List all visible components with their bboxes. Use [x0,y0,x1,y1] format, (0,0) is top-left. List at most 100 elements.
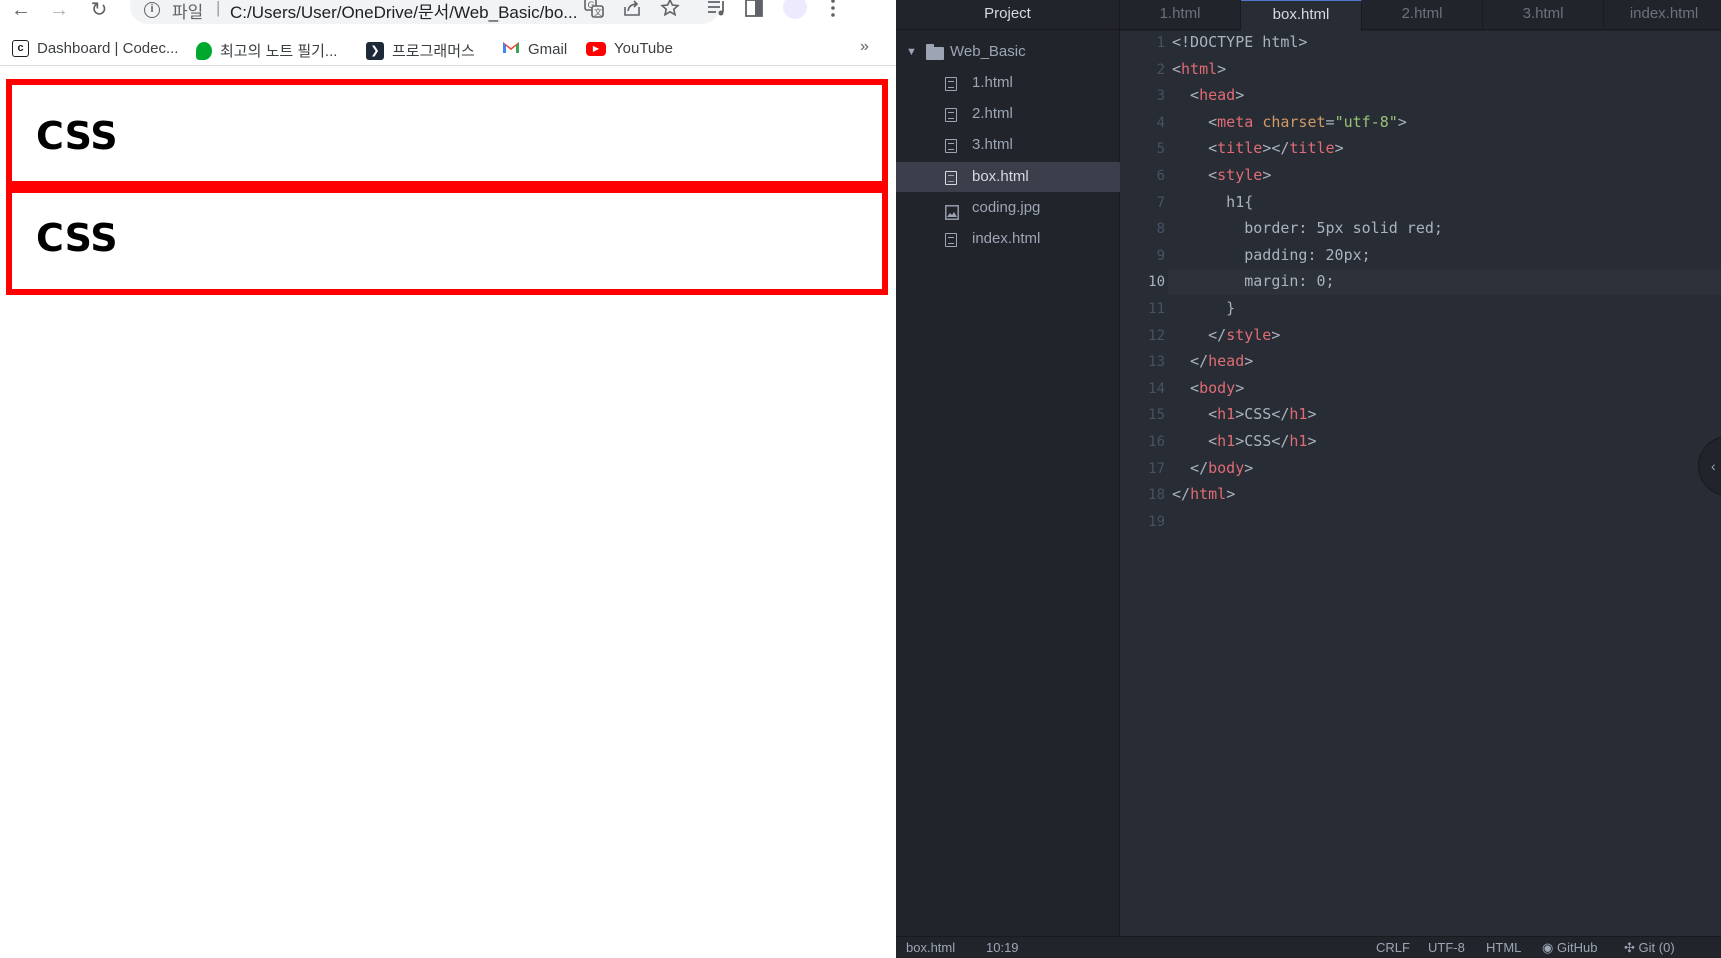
tree-file-coding-jpg[interactable]: coding.jpg [896,193,1120,223]
reading-list-icon[interactable] [706,0,728,23]
code-line[interactable]: <body> [1172,379,1244,397]
bookmark-evernote[interactable]: 최고의 노트 필기... [196,40,337,61]
bookmark-star-icon[interactable] [660,0,680,23]
tab-3-html[interactable]: 3.html [1483,0,1604,30]
translate-icon[interactable]: G文 [584,0,604,23]
code-line[interactable]: <head> [1172,86,1244,104]
code-line[interactable]: border: 5px solid red; [1172,219,1443,237]
code-line[interactable]: <html> [1172,60,1226,78]
status-grammar[interactable]: HTML [1486,940,1521,955]
file-label: 1.html [972,74,1013,91]
status-bar: box.html 10:19 CRLF UTF-8 HTML ◉ GitHub … [896,936,1721,958]
tree-file-2-html[interactable]: 2.html [896,99,1120,129]
bookmark-label: 프로그래머스 [392,43,475,60]
tree-file-3-html[interactable]: 3.html [896,130,1120,160]
bookmark-label: Dashboard | Codec... [37,40,179,57]
bookmark-codecademy[interactable]: c Dashboard | Codec... [12,40,178,57]
file-label: box.html [972,168,1029,185]
tab-box-html[interactable]: box.html [1241,0,1362,31]
chevron-down-icon: ▼ [906,46,917,58]
bookmarks-overflow-button[interactable]: » [860,38,869,56]
code-line[interactable]: <!DOCTYPE html> [1172,33,1307,51]
code-line[interactable]: margin: 0; [1172,272,1334,290]
line-number: 10 [1148,274,1165,291]
code-line[interactable]: <h1>CSS</h1> [1172,432,1316,450]
page-heading: CSS [36,114,118,158]
bookmark-label: 최고의 노트 필기... [220,43,338,60]
share-icon[interactable] [622,0,642,23]
line-number: 18 [1148,487,1165,504]
code-line[interactable]: <title></title> [1172,139,1343,157]
status-github[interactable]: ◉ GitHub [1542,940,1597,956]
status-git[interactable]: ✣ Git (0) [1624,940,1675,956]
site-info-icon[interactable]: i [144,2,160,18]
code-line[interactable]: } [1172,299,1235,317]
code-line[interactable]: <style> [1172,166,1271,184]
forward-button[interactable]: → [46,0,72,22]
status-encoding[interactable]: UTF-8 [1428,940,1465,955]
youtube-icon: ▶ [586,41,606,56]
file-label: 3.html [972,136,1013,153]
side-panel-icon[interactable] [744,0,764,23]
tab-2-html[interactable]: 2.html [1362,0,1483,30]
bookmark-label: YouTube [614,40,673,57]
page-viewport: CSS CSS [0,67,896,958]
project-tree: Project ▼ Web_Basic 1.html 2.html 3.html… [896,0,1120,936]
code-line[interactable]: h1{ [1172,193,1253,211]
code-line[interactable]: </head> [1172,352,1253,370]
line-number: 2 [1156,61,1165,78]
line-number: 15 [1148,407,1165,424]
bookmark-gmail[interactable]: Gmail [502,40,567,58]
github-label: GitHub [1556,940,1598,955]
heading-box-2: CSS [6,181,888,295]
line-number: 16 [1148,434,1165,450]
code-line[interactable]: </html> [1172,485,1235,503]
menu-kebab-icon[interactable] [828,0,838,23]
status-file[interactable]: box.html [906,940,955,955]
line-number: 13 [1148,354,1165,371]
project-panel-title[interactable]: Project [896,0,1119,30]
tree-folder-web-basic[interactable]: ▼ Web_Basic [896,37,1120,67]
bookmarks-bar: c Dashboard | Codec... 최고의 노트 필기... ❯ 프로… [0,34,896,66]
bookmark-programmers[interactable]: ❯ 프로그래머스 [366,40,475,61]
reload-button[interactable]: ↻ [86,0,112,22]
line-number: 6 [1156,168,1165,184]
tab-1-html[interactable]: 1.html [1120,0,1241,30]
code-line[interactable]: </style> [1172,326,1280,344]
file-label: index.html [972,230,1041,247]
github-icon: ◉ [1542,940,1554,955]
browser-window: ← → ↻ i 파일 | C:/Users/User/OneDrive/문서/W… [0,0,896,958]
line-number: 4 [1156,114,1165,131]
code-editor: Project ▼ Web_Basic 1.html 2.html 3.html… [896,0,1721,958]
status-cursor[interactable]: 10:19 [986,940,1019,955]
line-number: 12 [1148,327,1165,344]
browser-toolbar: ← → ↻ i 파일 | C:/Users/User/OneDrive/문서/W… [0,0,896,26]
line-number: 1 [1156,35,1165,51]
git-label: Git (0) [1638,940,1675,955]
programmers-icon: ❯ [366,41,384,60]
tree-file-1-html[interactable]: 1.html [896,68,1120,98]
line-number: 5 [1156,141,1165,158]
line-number: 19 [1148,513,1165,530]
folder-label: Web_Basic [950,43,1026,60]
tree-file-box-html[interactable]: box.html [896,162,1120,192]
code-line[interactable]: padding: 20px; [1172,246,1370,264]
bookmark-label: Gmail [528,40,568,58]
status-line-ending[interactable]: CRLF [1376,940,1410,955]
tab-index-html[interactable]: index.html [1604,0,1721,30]
back-button[interactable]: ← [8,0,34,22]
gmail-icon [502,40,520,58]
file-label: coding.jpg [972,199,1041,216]
git-icon: ✣ [1624,940,1635,955]
code-line[interactable]: </body> [1172,459,1253,477]
code-area[interactable]: 1 2 3 4 5 6 7 8 9 10 11 12 13 14 15 16 17 18 19 <!DOCTYPE … [1120,31,1721,936]
editor-tab-bar: 1.html box.html 2.html 3.html index.html [1120,0,1721,31]
tree-file-index-html[interactable]: index.html [896,224,1120,254]
profile-avatar-icon[interactable] [782,0,808,25]
page-heading: CSS [36,216,118,260]
url-text[interactable]: C:/Users/User/OneDrive/문서/Web_Basic/bo..… [230,0,577,23]
code-line[interactable]: <meta charset="utf-8"> [1172,113,1407,131]
bookmark-youtube[interactable]: ▶ YouTube [586,40,673,57]
code-line[interactable]: <h1>CSS</h1> [1172,405,1316,423]
evernote-icon [196,41,212,60]
